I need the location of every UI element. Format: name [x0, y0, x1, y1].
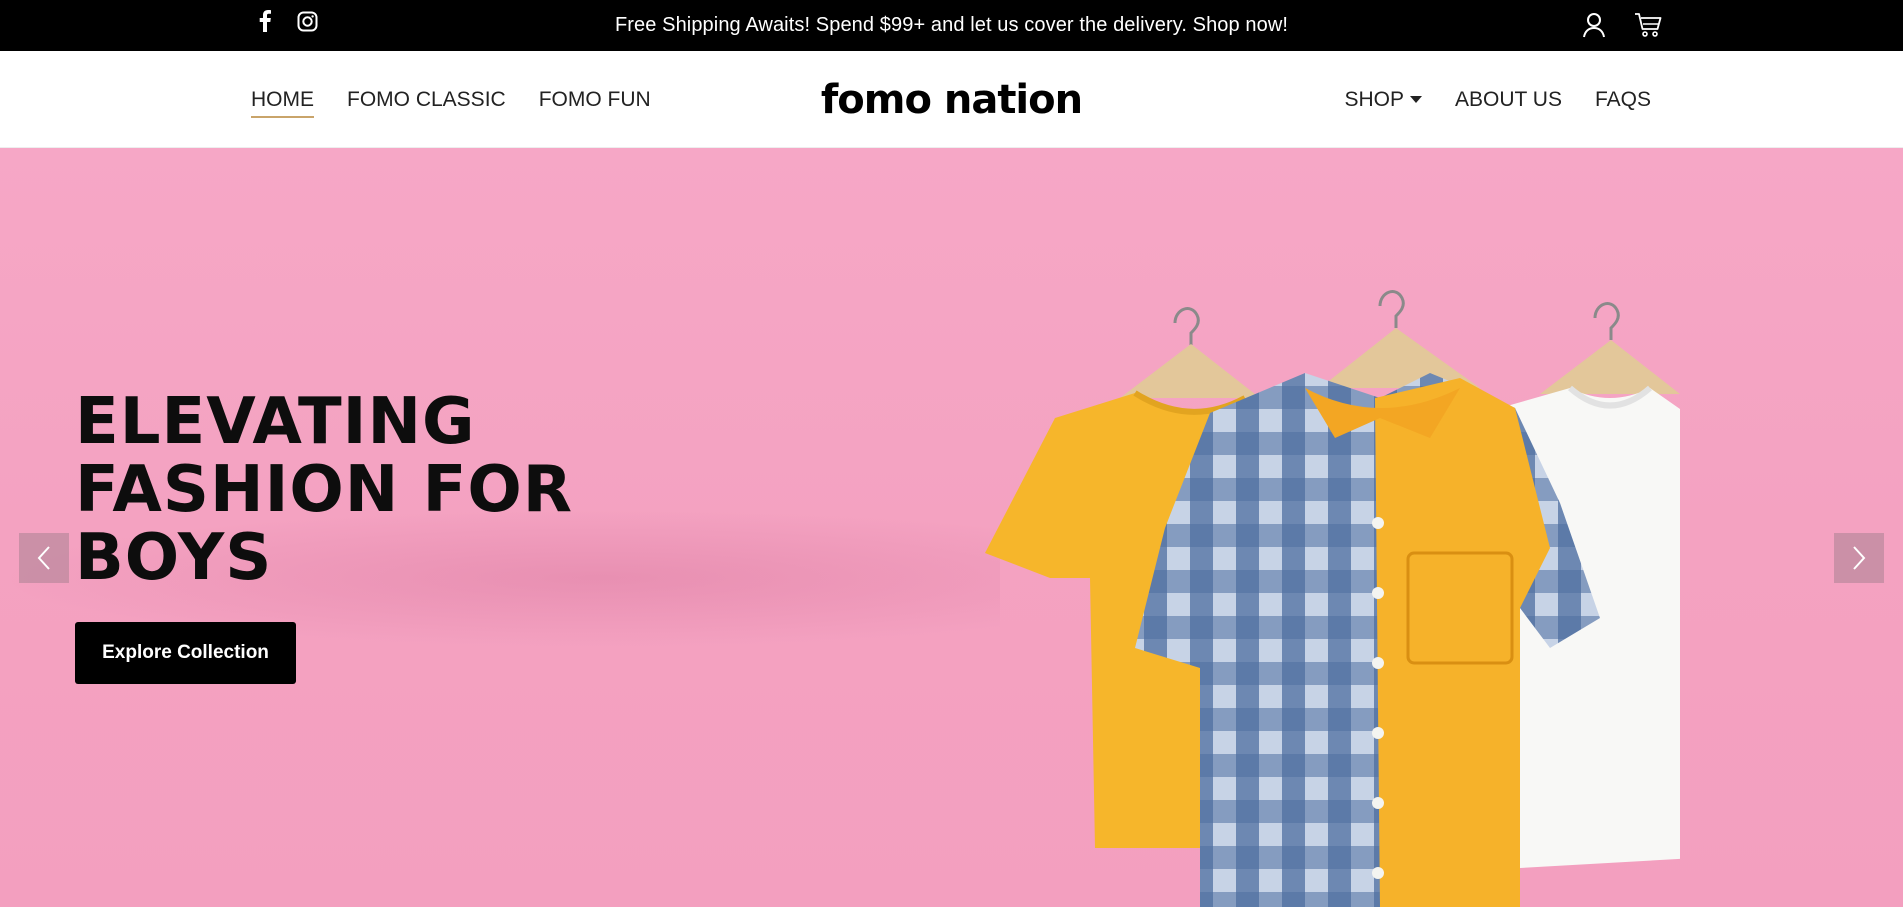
- slider-next-button[interactable]: [1834, 533, 1884, 583]
- caret-down-icon: [1410, 96, 1422, 103]
- nav-item-fomo-classic[interactable]: FOMO CLASSIC: [347, 83, 506, 116]
- hero-headline-line-1: ELEVATING: [75, 385, 476, 459]
- nav-item-about-us[interactable]: ABOUT US: [1455, 83, 1562, 116]
- nav-item-faqs[interactable]: FAQS: [1595, 83, 1651, 116]
- user-icon[interactable]: [1577, 9, 1611, 41]
- nav-item-shop[interactable]: SHOP: [1344, 83, 1422, 116]
- hero-slider: ELEVATING FASHION FOR BOYS Explore Colle…: [0, 148, 1903, 907]
- chevron-right-icon: [1853, 546, 1866, 570]
- main-navigation: HOME FOMO CLASSIC FOMO FUN fomo nation S…: [0, 51, 1903, 148]
- nav-right-group: SHOP ABOUT US FAQS: [1344, 51, 1651, 148]
- nav-item-shop-label: SHOP: [1344, 88, 1404, 111]
- nav-item-home[interactable]: HOME: [251, 83, 314, 118]
- announcement-bar: Free Shipping Awaits! Spend $99+ and let…: [0, 0, 1903, 51]
- nav-left-group: HOME FOMO CLASSIC FOMO FUN: [251, 51, 651, 148]
- hero-headline: ELEVATING FASHION FOR BOYS: [75, 388, 635, 592]
- chevron-left-icon: [37, 546, 50, 570]
- site-logo[interactable]: fomo nation: [821, 77, 1083, 123]
- nav-item-fomo-fun[interactable]: FOMO FUN: [539, 83, 651, 116]
- explore-collection-button[interactable]: Explore Collection: [75, 622, 296, 684]
- hero-clothes-image: [985, 290, 1680, 907]
- hero-headline-line-2: FASHION FOR: [75, 453, 574, 527]
- utility-icons: [1577, 9, 1665, 41]
- slider-prev-button[interactable]: [19, 533, 69, 583]
- hero-headline-line-3: BOYS: [75, 521, 273, 595]
- cart-icon[interactable]: [1631, 9, 1665, 41]
